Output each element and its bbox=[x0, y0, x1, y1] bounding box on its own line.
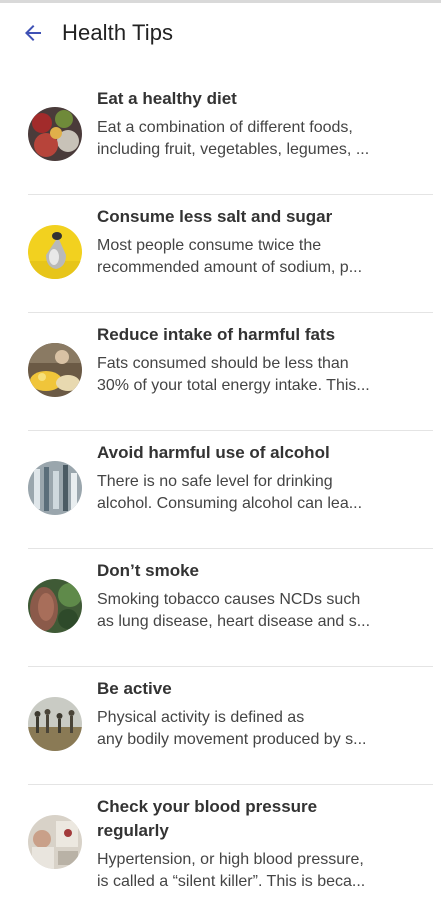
tip-item-harmful-fats[interactable]: Reduce intake of harmful fats Fats consu… bbox=[0, 313, 441, 431]
smoking-image bbox=[28, 579, 82, 633]
tip-description: Hypertension, or high blood pressure, is… bbox=[97, 851, 366, 890]
back-button[interactable] bbox=[18, 18, 48, 48]
tip-item-blood-pressure[interactable]: Check your blood pressure regularly Hype… bbox=[0, 785, 441, 900]
tip-title: Reduce intake of harmful fats bbox=[97, 325, 336, 344]
tip-description: Smoking tobacco causes NCDs such as lung… bbox=[97, 591, 371, 630]
tip-title: Eat a healthy diet bbox=[97, 89, 237, 108]
tip-item-salt-sugar[interactable]: Consume less salt and sugar Most people … bbox=[0, 195, 441, 313]
alcohol-image bbox=[28, 461, 82, 515]
exercise-image bbox=[28, 697, 82, 751]
tip-description: Physical activity is defined as any bodi… bbox=[97, 709, 367, 748]
arrow-left-icon bbox=[25, 25, 41, 41]
blood-pressure-image bbox=[28, 815, 82, 869]
tip-title: Be active bbox=[97, 679, 172, 698]
tip-item-dont-smoke[interactable]: Don’t smoke Smoking tobacco causes NCDs … bbox=[0, 549, 441, 667]
page-title: Health Tips bbox=[62, 20, 174, 45]
app-bar: Health Tips bbox=[0, 3, 441, 63]
healthy-food-image bbox=[28, 107, 82, 161]
tip-description: Fats consumed should be less than 30% of… bbox=[97, 355, 370, 394]
tips-list: Eat a healthy diet Eat a combination of … bbox=[0, 63, 441, 900]
tip-title: Check your blood pressure regularly bbox=[97, 797, 318, 840]
salt-shaker-image bbox=[28, 225, 82, 279]
tip-item-be-active[interactable]: Be active Physical activity is defined a… bbox=[0, 667, 441, 785]
tip-title: Don’t smoke bbox=[97, 561, 200, 580]
health-tips-screen: Health Tips Eat a healthy diet Eat a com… bbox=[0, 0, 441, 900]
tip-description: There is no safe level for drinking alco… bbox=[97, 473, 363, 512]
tip-item-alcohol[interactable]: Avoid harmful use of alcohol There is no… bbox=[0, 431, 441, 549]
tip-title: Avoid harmful use of alcohol bbox=[97, 443, 330, 462]
fatty-food-image bbox=[28, 343, 82, 397]
tip-description: Eat a combination of different foods, in… bbox=[97, 119, 370, 158]
tip-description: Most people consume twice the recommende… bbox=[97, 237, 363, 276]
tip-title: Consume less salt and sugar bbox=[97, 207, 333, 226]
tip-item-healthy-diet[interactable]: Eat a healthy diet Eat a combination of … bbox=[0, 77, 441, 195]
